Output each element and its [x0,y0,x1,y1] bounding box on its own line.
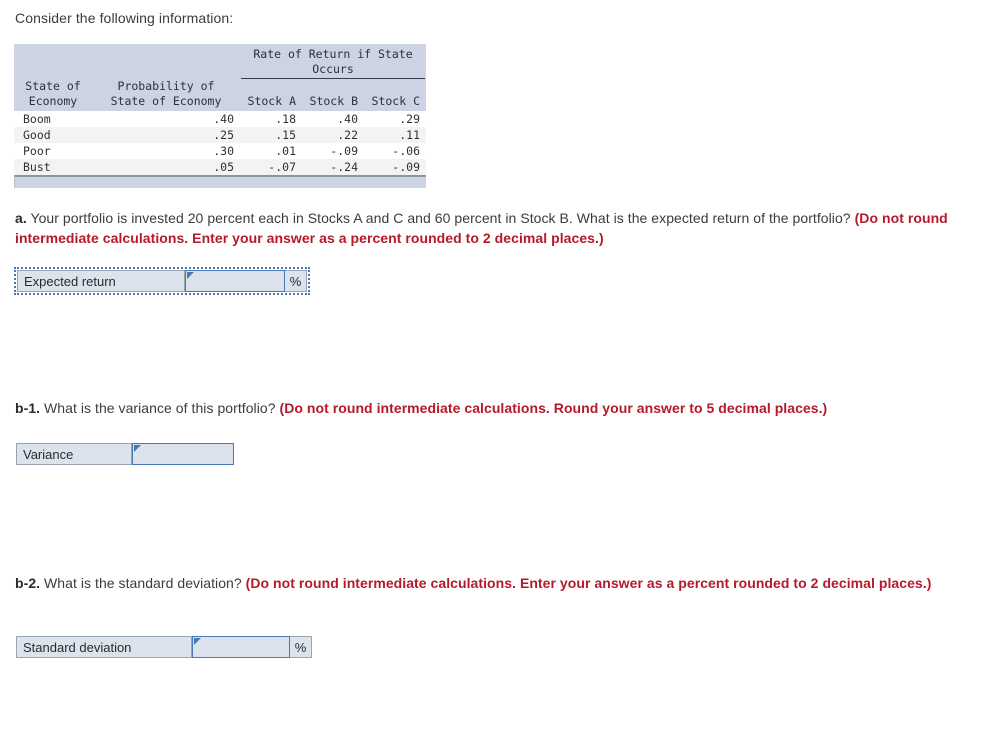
col-header-prob-line2: State of Economy [110,94,222,108]
answer-label-standard-deviation: Standard deviation [16,636,192,658]
intro-text: Consider the following information: [15,10,234,26]
table-row: Bust .05 -.07 -.24 -.09 [14,159,426,175]
question-b2-prompt: What is the standard deviation? [40,575,246,591]
col-header-stock-b: Stock B [302,79,364,111]
question-b1-text: b-1. What is the variance of this portfo… [15,398,970,418]
cell-stock-b: -.09 [302,143,364,159]
cell-state: Poor [14,143,92,159]
cell-probability: .25 [92,127,240,143]
answer-row-variance[interactable]: Variance [16,443,234,465]
col-header-stock-c: Stock C [364,79,426,111]
cell-state: Good [14,127,92,143]
question-b2-hint: (Do not round intermediate calculations.… [245,575,932,591]
cell-stock-a: .15 [240,127,302,143]
cell-stock-a: .18 [240,111,302,127]
question-a-prompt: Your portfolio is invested 20 percent ea… [26,210,855,226]
spacer-cell-2 [92,44,240,79]
cell-stock-a: -.07 [240,159,302,175]
span-header-text: Rate of Return if State Occurs [241,47,425,79]
information-table: Rate of Return if State Occurs State of … [14,44,426,188]
col-header-state-line2: Economy [28,94,78,108]
expected-return-input[interactable] [185,270,285,292]
col-header-stock-a: Stock A [240,79,302,111]
question-a-marker: a. [15,210,27,226]
standard-deviation-unit: % [290,636,312,658]
col-header-probability: Probability of State of Economy [92,79,240,111]
table-row: Boom .40 .18 .40 .29 [14,111,426,127]
cell-stock-c: .29 [364,111,426,127]
cell-stock-c: -.06 [364,143,426,159]
cell-stock-b: .40 [302,111,364,127]
cell-stock-c: -.09 [364,159,426,175]
expected-return-unit: % [285,270,307,292]
col-header-state-line1: State of [25,79,81,93]
cell-stock-c: .11 [364,127,426,143]
table-row: Good .25 .15 .22 .11 [14,127,426,143]
question-a-text: a. Your portfolio is invested 20 percent… [15,208,970,248]
cell-state: Boom [14,111,92,127]
cell-stock-a: .01 [240,143,302,159]
cell-state: Bust [14,159,92,175]
answer-label-expected-return: Expected return [17,270,185,292]
table-span-header-row: Rate of Return if State Occurs [14,44,426,79]
table-row: Poor .30 .01 -.09 -.06 [14,143,426,159]
col-header-state-of-economy: State of Economy [14,79,92,111]
cell-stock-b: .22 [302,127,364,143]
spacer-cell-1 [14,44,92,79]
question-b1-hint: (Do not round intermediate calculations.… [279,400,828,416]
answer-row-expected-return[interactable]: Expected return % [14,267,310,295]
question-b1-prompt: What is the variance of this portfolio? [40,400,280,416]
variance-input[interactable] [132,443,234,465]
standard-deviation-input[interactable] [192,636,290,658]
cell-stock-b: -.24 [302,159,364,175]
answer-row-standard-deviation[interactable]: Standard deviation % [16,636,312,658]
returns-table: Rate of Return if State Occurs State of … [14,44,426,175]
col-header-prob-line1: Probability of [117,79,215,93]
answer-label-variance: Variance [16,443,132,465]
table-footer-bar [14,175,426,188]
span-header-rate-of-return: Rate of Return if State Occurs [240,44,426,79]
question-b2-text: b-2. What is the standard deviation? (Do… [15,573,955,593]
question-b1-marker: b-1. [15,400,41,416]
table-column-header-row: State of Economy Probability of State of… [14,79,426,111]
cell-probability: .40 [92,111,240,127]
question-b2-marker: b-2. [15,575,41,591]
cell-probability: .30 [92,143,240,159]
cell-probability: .05 [92,159,240,175]
